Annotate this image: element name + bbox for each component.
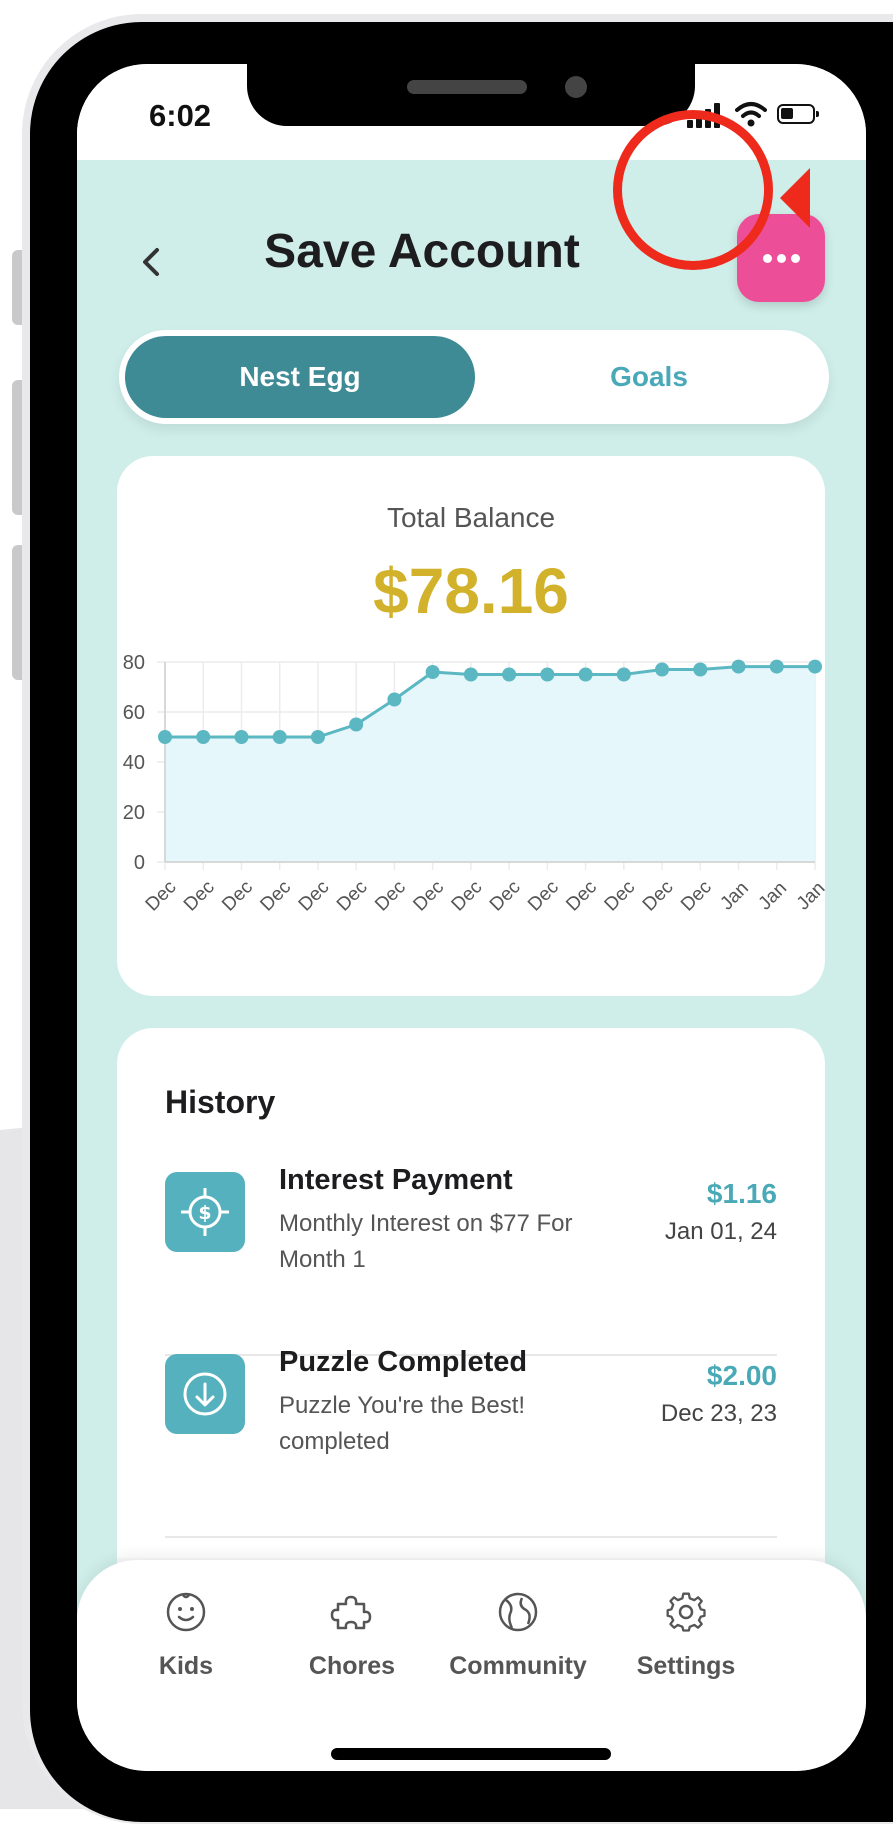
dot-icon [777, 254, 786, 263]
x-tick-label: Jan [793, 878, 825, 915]
x-tick-label: Dec [409, 877, 448, 916]
data-point [731, 659, 746, 674]
dot-icon [791, 254, 800, 263]
x-tick-label: Dec [677, 877, 716, 916]
notch [247, 64, 695, 126]
balance-amount: $78.16 [373, 555, 569, 627]
x-tick-label: Jan [716, 878, 753, 915]
history-card: History $ Interest Payment Monthly Inter… [117, 1028, 825, 1648]
x-tick-label: Dec [562, 877, 601, 916]
speaker [407, 80, 527, 94]
puzzle-icon [330, 1595, 372, 1630]
history-item-name: Puzzle Completed [279, 1346, 528, 1378]
x-tick-label: Dec [486, 877, 525, 916]
back-button[interactable] [127, 234, 177, 290]
y-tick-label: 80 [123, 652, 145, 674]
y-tick-label: 0 [134, 852, 145, 874]
x-tick-label: Dec [448, 877, 487, 916]
x-tick-label: Dec [639, 877, 678, 916]
x-tick-label: Dec [295, 877, 334, 916]
data-point [349, 717, 364, 732]
area-fill [165, 666, 815, 862]
y-tick-label: 60 [123, 702, 145, 724]
data-point [425, 665, 440, 679]
history-item-desc: Puzzle You're the Best! completed [279, 1392, 526, 1455]
history-item[interactable]: $ Interest Payment Monthly Interest on $… [165, 1164, 777, 1334]
data-point [463, 667, 478, 682]
bottom-tab-bar: Kids Chores Community Settings [77, 1560, 866, 1771]
tab-label: Community [449, 1652, 587, 1680]
data-point [502, 667, 517, 682]
balance-card: Total Balance $78.16 0 20 40 60 80 Dec Dec Dec D… [117, 456, 825, 996]
data-point [540, 667, 555, 682]
x-tick-label: Jan [755, 878, 792, 915]
data-point [272, 730, 287, 744]
y-tick-label: 20 [123, 802, 145, 824]
tab-label: Chores [308, 1652, 396, 1680]
y-tick-label: 40 [123, 752, 145, 774]
gear-icon [666, 1592, 706, 1632]
x-tick-label: Dec [524, 877, 563, 916]
data-point [387, 692, 402, 707]
tab-kids[interactable]: Kids [101, 1590, 271, 1720]
data-point [578, 667, 593, 682]
data-point [234, 730, 249, 744]
globe-icon [498, 1592, 538, 1632]
data-point [769, 659, 784, 674]
camera [565, 76, 587, 98]
history-title: History [165, 1084, 276, 1120]
page-title: Save Account [264, 225, 580, 278]
phone-screen: 6:02 Save Account Nest Egg Goals Total B… [77, 64, 866, 1771]
tab-goals[interactable]: Goals [475, 336, 823, 418]
history-item-desc: Monthly Interest on $77 For Month 1 [279, 1210, 573, 1273]
x-tick-label: Dec [218, 877, 257, 916]
tab-community[interactable]: Community [433, 1590, 603, 1720]
x-tick-label: Dec [601, 877, 640, 916]
wifi-icon [735, 102, 767, 127]
x-tick-label: Dec [142, 877, 181, 916]
data-point [196, 730, 211, 744]
data-point [808, 659, 822, 674]
data-point [616, 667, 631, 682]
tab-chores[interactable]: Chores [267, 1590, 437, 1720]
cellular-signal-icon [687, 102, 723, 128]
x-tick-label: Dec [333, 877, 372, 916]
balance-label: Total Balance [386, 502, 556, 533]
history-item-amount: $2.00 [706, 1360, 777, 1391]
download-circle-icon [165, 1354, 245, 1434]
dot-icon [763, 254, 772, 263]
smiley-icon [166, 1592, 206, 1632]
history-item-date: Dec 23, 23 [660, 1400, 777, 1427]
segmented-control: Nest Egg Goals [119, 330, 829, 424]
status-time: 6:02 [149, 98, 212, 133]
history-item-date: Jan 01, 24 [664, 1218, 777, 1245]
balance-chart: 020406080Dec Dec Dec Dec Dec Dec Dec Dec Dec Dec D… [123, 652, 825, 916]
tab-label: Kids [158, 1652, 214, 1680]
data-point [158, 730, 172, 744]
history-item[interactable]: Puzzle Completed Puzzle You're the Best!… [165, 1346, 777, 1516]
data-point [310, 730, 325, 744]
battery-icon [777, 104, 819, 124]
history-item-amount: $1.16 [706, 1178, 777, 1209]
x-tick-label: Dec [371, 877, 410, 916]
home-indicator [331, 1748, 611, 1760]
data-point [693, 662, 708, 677]
x-tick-label: Dec [256, 877, 295, 916]
x-tick-label: Dec [180, 877, 219, 916]
status-bar: 6:02 [77, 64, 866, 160]
tab-label: Settings [636, 1652, 736, 1680]
tab-settings[interactable]: Settings [601, 1590, 771, 1720]
history-item-name: Interest Payment [279, 1164, 513, 1196]
data-point [655, 662, 670, 677]
divider [165, 1536, 777, 1538]
svg-text:$: $ [198, 1202, 211, 1224]
highlight-arrow [780, 168, 810, 228]
target-dollar-icon: $ [165, 1172, 245, 1252]
tab-nest-egg[interactable]: Nest Egg [125, 336, 475, 418]
